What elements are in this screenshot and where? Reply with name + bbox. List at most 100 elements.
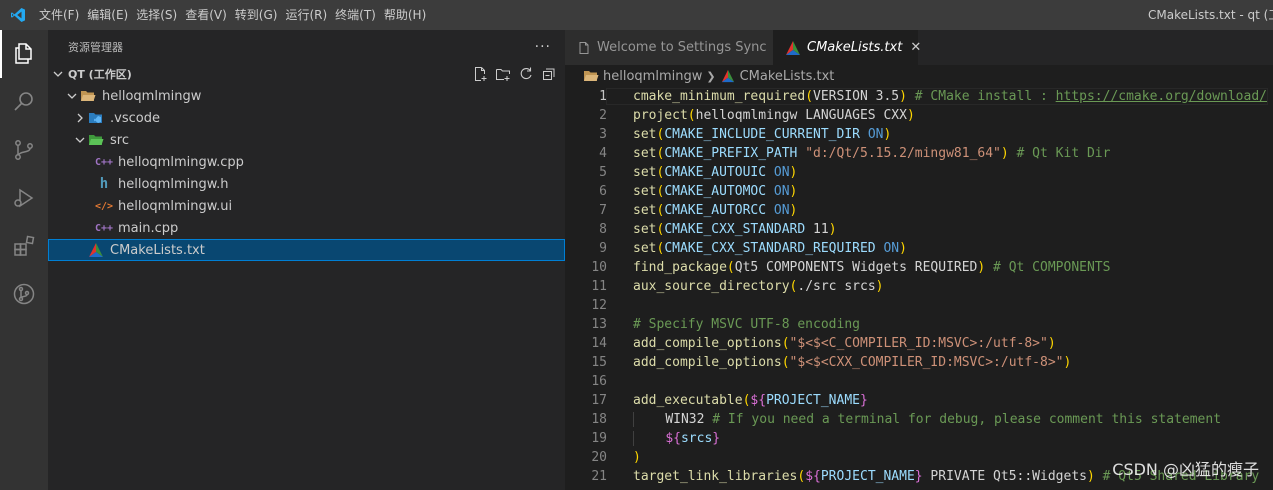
menu-edit[interactable]: 编辑(E)	[83, 0, 132, 30]
line-number: 2	[599, 108, 607, 123]
menu-go[interactable]: 转到(G)	[231, 0, 282, 30]
tree-file-helloqmlmingw-ui[interactable]: </> helloqmlmingw.ui	[48, 195, 565, 217]
line-number: 4	[599, 146, 607, 161]
refresh-icon[interactable]	[518, 66, 534, 82]
code-line: 11 aux_source_directory(./src srcs)	[565, 277, 1273, 296]
code-line: 17 add_executable(${PROJECT_NAME}	[565, 391, 1273, 410]
chevron-down-icon[interactable]	[50, 66, 66, 82]
breadcrumb-folder[interactable]: helloqmlmingw	[603, 69, 702, 84]
line-number: 6	[599, 184, 607, 199]
tree-folder-src[interactable]: src	[48, 129, 565, 151]
tree-folder-vscode[interactable]: .vscode	[48, 107, 565, 129]
code-line: 12	[565, 296, 1273, 315]
search-icon[interactable]	[0, 78, 48, 126]
explorer-title: 资源管理器	[68, 40, 123, 54]
tab-welcome-settings-sync[interactable]: Welcome to Settings Sync	[565, 30, 773, 65]
watermark: CSDN @凶猛的瘦子	[1112, 460, 1259, 479]
menu-terminal[interactable]: 终端(T)	[331, 0, 380, 30]
workspace-name: QT (工作区)	[68, 68, 132, 81]
tab-bar: Welcome to Settings Sync CMakeLists.txt …	[565, 30, 1273, 65]
new-folder-icon[interactable]	[495, 66, 511, 82]
close-icon[interactable]: ✕	[910, 40, 921, 55]
line-number: 20	[591, 450, 607, 465]
code-text: add_compile_options("$<$<C_COMPILER_ID:M…	[633, 336, 1056, 351]
line-number: 3	[599, 127, 607, 142]
code-line: 1 cmake_minimum_required(VERSION 3.5) # C…	[565, 87, 1273, 106]
code-text: find_package(Qt5 COMPONENTS Widgets REQU…	[633, 260, 1111, 275]
run-debug-icon[interactable]	[0, 174, 48, 222]
header-file-icon: h	[99, 176, 109, 192]
code-editor[interactable]: 1 cmake_minimum_required(VERSION 3.5) # C…	[565, 87, 1273, 486]
line-number: 21	[591, 469, 607, 484]
code-text: cmake_minimum_required(VERSION 3.5) # CM…	[606, 88, 1268, 105]
code-text: WIN32 # If you need a terminal for debug…	[607, 412, 1221, 427]
source-control-icon[interactable]	[0, 126, 48, 174]
menu-view[interactable]: 查看(V)	[181, 0, 231, 30]
workspace-header[interactable]: QT (工作区)	[48, 63, 565, 85]
line-number: 11	[591, 279, 607, 294]
folder-open-icon	[80, 88, 96, 104]
code-text: set(CMAKE_CXX_STANDARD 11)	[633, 222, 837, 237]
code-line: 15 add_compile_options("$<$<CXX_COMPILER_…	[565, 353, 1273, 372]
code-text: ${srcs}	[607, 431, 720, 446]
vscode-logo-icon	[0, 0, 35, 30]
breadcrumb-file[interactable]: CMakeLists.txt	[740, 69, 835, 84]
tree-item-label: main.cpp	[118, 220, 179, 236]
code-text: # Specify MSVC UTF-8 encoding	[633, 317, 860, 332]
code-text: add_compile_options("$<$<CXX_COMPILER_ID…	[633, 355, 1072, 370]
collapse-all-icon[interactable]	[541, 66, 557, 82]
new-file-icon[interactable]	[472, 66, 488, 82]
extensions-icon[interactable]	[0, 222, 48, 270]
tree-file-cmakelists[interactable]: CMakeLists.txt	[48, 239, 565, 261]
tree-item-label: CMakeLists.txt	[110, 242, 205, 258]
code-text: set(CMAKE_AUTORCC ON)	[633, 203, 798, 218]
editor-area: Welcome to Settings Sync CMakeLists.txt …	[565, 30, 1273, 490]
chevron-down-icon	[64, 88, 80, 104]
code-text: set(CMAKE_CXX_STANDARD_REQUIRED ON)	[633, 241, 907, 256]
menu-file[interactable]: 文件(F)	[35, 0, 83, 30]
code-text: set(CMAKE_AUTOUIC ON)	[633, 165, 798, 180]
chevron-down-icon	[72, 132, 88, 148]
code-line: 18 WIN32 # If you need a terminal for de…	[565, 410, 1273, 429]
tree-item-label: helloqmlmingw	[102, 88, 202, 104]
line-number: 13	[591, 317, 607, 332]
code-line: 5 set(CMAKE_AUTOUIC ON)	[565, 163, 1273, 182]
tree-file-main-cpp[interactable]: C++ main.cpp	[48, 217, 565, 239]
tree-folder-helloqmlmingw[interactable]: helloqmlmingw	[48, 85, 565, 107]
code-line: 7 set(CMAKE_AUTORCC ON)	[565, 201, 1273, 220]
code-line: 19 ${srcs}	[565, 429, 1273, 448]
git-graph-icon[interactable]	[0, 270, 48, 318]
title-bar: 文件(F) 编辑(E) 选择(S) 查看(V) 转到(G) 运行(R) 终端(T…	[0, 0, 1273, 30]
chevron-right-icon	[72, 110, 88, 126]
cpp-file-icon: C++	[94, 156, 114, 168]
tree-item-label: src	[110, 132, 129, 148]
menu-help[interactable]: 帮助(H)	[380, 0, 430, 30]
tab-cmakelists[interactable]: CMakeLists.txt ✕	[773, 30, 921, 65]
code-line: 16	[565, 372, 1273, 391]
more-actions-icon[interactable]: ···	[535, 39, 551, 55]
tree-file-helloqmlmingw-h[interactable]: h helloqmlmingw.h	[48, 173, 565, 195]
window-title: CMakeLists.txt - qt (工作区)	[1148, 8, 1273, 22]
code-line: 3 set(CMAKE_INCLUDE_CURRENT_DIR ON)	[565, 125, 1273, 144]
menu-bar: 文件(F) 编辑(E) 选择(S) 查看(V) 转到(G) 运行(R) 终端(T…	[35, 0, 430, 30]
vscode-folder-icon	[88, 110, 104, 126]
line-number: 19	[591, 431, 607, 446]
menu-run[interactable]: 运行(R)	[281, 0, 331, 30]
menu-selection[interactable]: 选择(S)	[132, 0, 181, 30]
code-text: set(CMAKE_INCLUDE_CURRENT_DIR ON)	[633, 127, 892, 142]
explorer-icon[interactable]	[0, 30, 48, 78]
line-number: 9	[599, 241, 607, 256]
line-number: 16	[591, 374, 607, 389]
tab-label: CMakeLists.txt	[807, 40, 903, 55]
tab-label: Welcome to Settings Sync	[597, 40, 767, 55]
code-line: 4 set(CMAKE_PREFIX_PATH "d:/Qt/5.15.2/min…	[565, 144, 1273, 163]
line-number: 10	[591, 260, 607, 275]
tree-file-helloqmlmingw-cpp[interactable]: C++ helloqmlmingw.cpp	[48, 151, 565, 173]
line-number: 14	[591, 336, 607, 351]
code-line: 8 set(CMAKE_CXX_STANDARD 11)	[565, 220, 1273, 239]
code-text: set(CMAKE_AUTOMOC ON)	[633, 184, 798, 199]
tree-item-label: helloqmlmingw.h	[118, 176, 229, 192]
file-icon	[577, 40, 591, 56]
line-number: 8	[599, 222, 607, 237]
code-text: set(CMAKE_PREFIX_PATH "d:/Qt/5.15.2/ming…	[633, 146, 1111, 161]
